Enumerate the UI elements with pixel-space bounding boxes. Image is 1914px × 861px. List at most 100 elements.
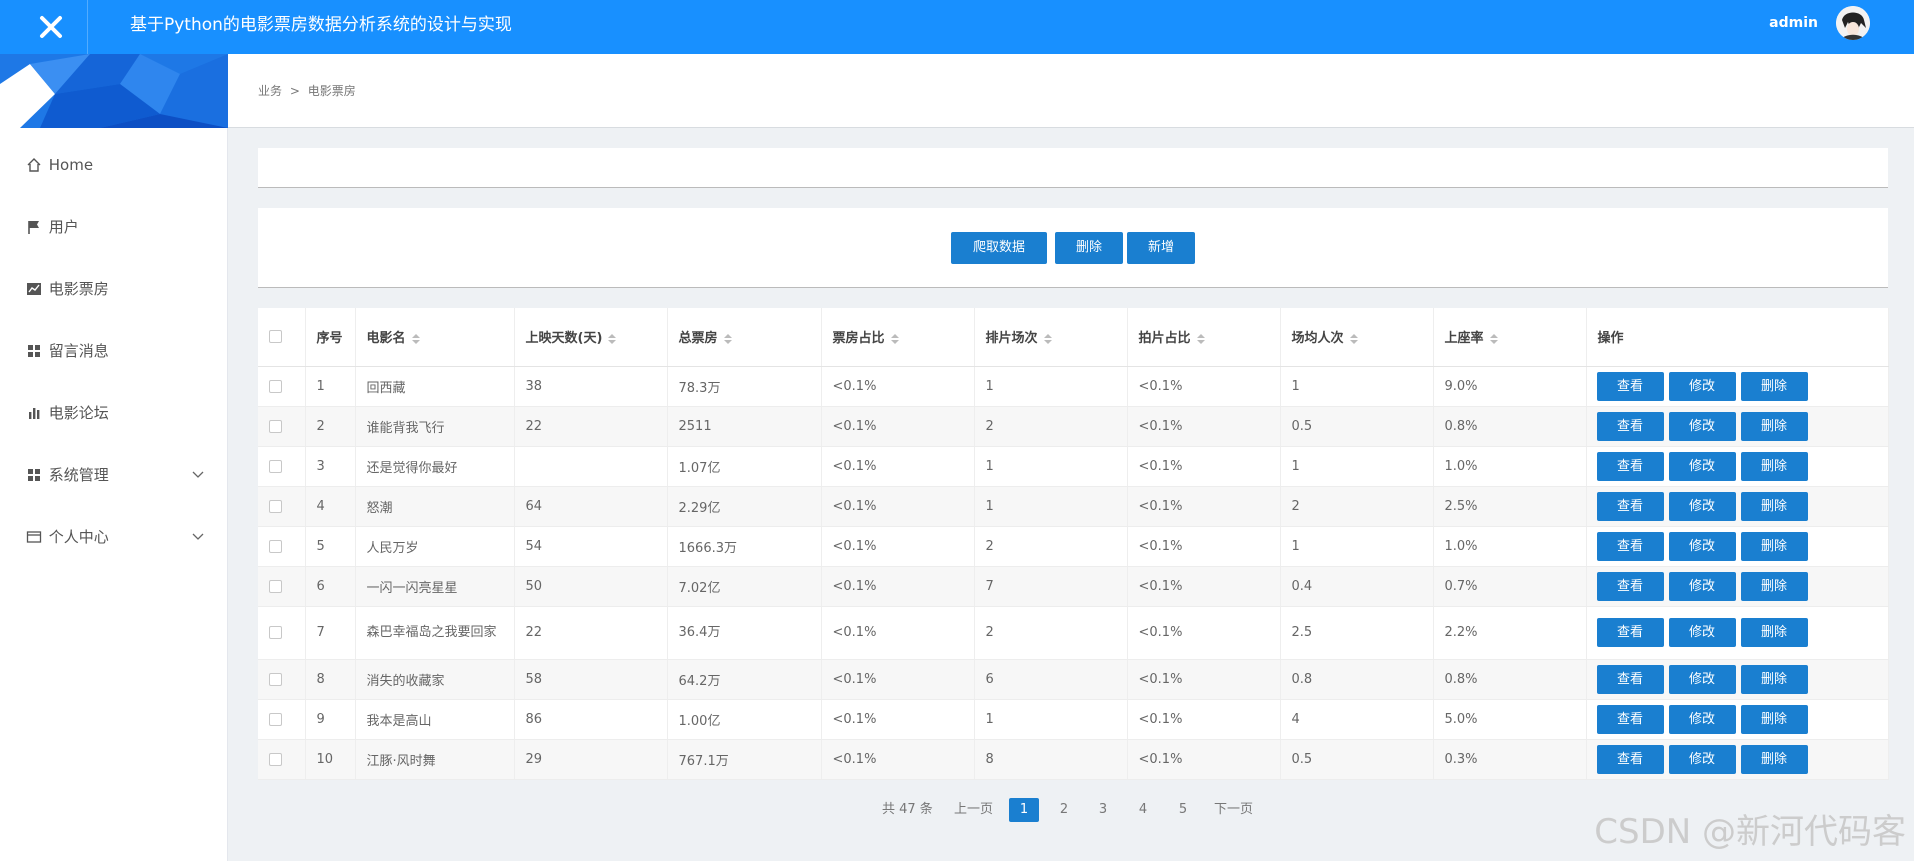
next-page-link[interactable]: 下一页: [1214, 798, 1253, 822]
sort-icon[interactable]: [1043, 333, 1052, 345]
sidebar-item-label: 系统管理: [48, 466, 109, 484]
view-button[interactable]: 查看: [1596, 704, 1664, 734]
table-cell: 一闪一闪亮星星: [355, 566, 515, 607]
sort-icon[interactable]: [1489, 333, 1498, 345]
delete-button[interactable]: 删除: [1055, 232, 1123, 264]
row-actions: 查看 修改 删除: [1586, 699, 1889, 740]
edit-button[interactable]: 修改: [1668, 618, 1736, 647]
table-cell: 回西藏: [355, 366, 515, 407]
view-button[interactable]: 查看: [1596, 664, 1664, 694]
table-cell: <0.1%: [821, 446, 975, 487]
table-cell: <0.1%: [821, 606, 975, 660]
edit-button[interactable]: 修改: [1668, 571, 1736, 601]
page-3[interactable]: 3: [1088, 798, 1118, 822]
view-button[interactable]: 查看: [1596, 451, 1664, 481]
row-checkbox[interactable]: [269, 579, 282, 593]
sidebar-item-home[interactable]: Home: [0, 134, 227, 196]
select-all-checkbox[interactable]: [269, 330, 282, 344]
table-cell: <0.1%: [1127, 659, 1281, 700]
row-actions: 查看 修改 删除: [1586, 526, 1889, 567]
edit-button[interactable]: 修改: [1668, 744, 1736, 774]
column-header[interactable]: 拍片占比: [1127, 308, 1281, 367]
row-checkbox[interactable]: [269, 379, 282, 393]
view-button[interactable]: 查看: [1596, 371, 1664, 401]
view-button[interactable]: 查看: [1596, 744, 1664, 774]
chart-icon: [27, 283, 41, 295]
column-header[interactable]: 上映天数(天): [514, 308, 668, 367]
sidebar-item-label: 用户: [48, 218, 79, 236]
page-1[interactable]: 1: [1009, 798, 1039, 822]
table-cell: 还是觉得你最好: [355, 446, 515, 487]
sort-icon[interactable]: [890, 333, 899, 345]
edit-button[interactable]: 修改: [1668, 704, 1736, 734]
row-select-cell: [258, 659, 306, 700]
sidebar-item-users[interactable]: 用户: [0, 196, 227, 258]
row-delete-button[interactable]: 删除: [1740, 744, 1808, 774]
column-header[interactable]: 票房占比: [821, 308, 975, 367]
row-checkbox[interactable]: [269, 712, 282, 726]
row-delete-button[interactable]: 删除: [1740, 491, 1808, 521]
row-checkbox[interactable]: [269, 539, 282, 553]
row-checkbox[interactable]: [269, 672, 282, 686]
row-checkbox[interactable]: [269, 499, 282, 513]
page-5[interactable]: 5: [1168, 798, 1198, 822]
view-button[interactable]: 查看: [1596, 571, 1664, 601]
sort-icon[interactable]: [1349, 333, 1358, 345]
close-sidebar-button[interactable]: [14, 0, 88, 54]
column-header[interactable]: 总票房: [667, 308, 822, 367]
sidebar-item-messages[interactable]: 留言消息: [0, 320, 227, 382]
column-header[interactable]: 排片场次: [974, 308, 1128, 367]
edit-button[interactable]: 修改: [1668, 451, 1736, 481]
row-select-cell: [258, 526, 306, 567]
edit-button[interactable]: 修改: [1668, 411, 1736, 441]
view-button[interactable]: 查看: [1596, 491, 1664, 521]
column-header: 操作: [1586, 308, 1889, 367]
add-button[interactable]: 新增: [1127, 232, 1195, 264]
row-checkbox[interactable]: [269, 459, 282, 473]
avatar[interactable]: [1836, 6, 1870, 40]
prev-page-link[interactable]: 上一页: [954, 798, 993, 822]
sidebar-item-profile[interactable]: 个人中心: [0, 506, 227, 568]
column-header[interactable]: 场均人次: [1280, 308, 1434, 367]
username[interactable]: admin: [1769, 0, 1818, 46]
crawl-data-button[interactable]: 爬取数据: [951, 232, 1047, 264]
sort-icon[interactable]: [608, 333, 617, 345]
row-checkbox[interactable]: [269, 419, 282, 433]
sort-icon[interactable]: [1196, 333, 1205, 345]
table-cell: 江豚·风时舞: [355, 739, 515, 780]
edit-button[interactable]: 修改: [1668, 491, 1736, 521]
table-cell: 1.0%: [1433, 526, 1587, 567]
edit-button[interactable]: 修改: [1668, 531, 1736, 561]
row-checkbox[interactable]: [269, 626, 282, 639]
sort-icon[interactable]: [411, 333, 420, 345]
page-4[interactable]: 4: [1128, 798, 1158, 822]
sort-icon[interactable]: [723, 333, 732, 345]
row-delete-button[interactable]: 删除: [1740, 411, 1808, 441]
edit-button[interactable]: 修改: [1668, 664, 1736, 694]
row-delete-button[interactable]: 删除: [1740, 664, 1808, 694]
column-header[interactable]: 上座率: [1433, 308, 1587, 367]
breadcrumb-item[interactable]: 业务: [258, 84, 282, 98]
view-button[interactable]: 查看: [1596, 618, 1664, 647]
column-header[interactable]: 电影名: [355, 308, 515, 367]
row-checkbox[interactable]: [269, 752, 282, 766]
row-delete-button[interactable]: 删除: [1740, 531, 1808, 561]
sidebar-item-system[interactable]: 系统管理: [0, 444, 227, 506]
sidebar-item-box-office[interactable]: 电影票房: [0, 258, 227, 320]
page-2[interactable]: 2: [1049, 798, 1079, 822]
view-button[interactable]: 查看: [1596, 531, 1664, 561]
row-select-cell: [258, 606, 306, 660]
table-cell: <0.1%: [821, 406, 975, 447]
table-row: 6 一闪一闪亮星星 50 7.02亿 <0.1% 7 <0.1% 0.4 0.7% 查看 修改 删除: [258, 566, 1889, 607]
row-delete-button[interactable]: 删除: [1740, 571, 1808, 601]
row-delete-button[interactable]: 删除: [1740, 371, 1808, 401]
row-delete-button[interactable]: 删除: [1740, 618, 1808, 647]
sidebar-item-forum[interactable]: 电影论坛: [0, 382, 227, 444]
table-cell: 0.7%: [1433, 566, 1587, 607]
edit-button[interactable]: 修改: [1668, 371, 1736, 401]
table-cell: <0.1%: [1127, 366, 1281, 407]
table-cell: 1666.3万: [667, 526, 822, 567]
row-delete-button[interactable]: 删除: [1740, 451, 1808, 481]
row-delete-button[interactable]: 删除: [1740, 704, 1808, 734]
view-button[interactable]: 查看: [1596, 411, 1664, 441]
